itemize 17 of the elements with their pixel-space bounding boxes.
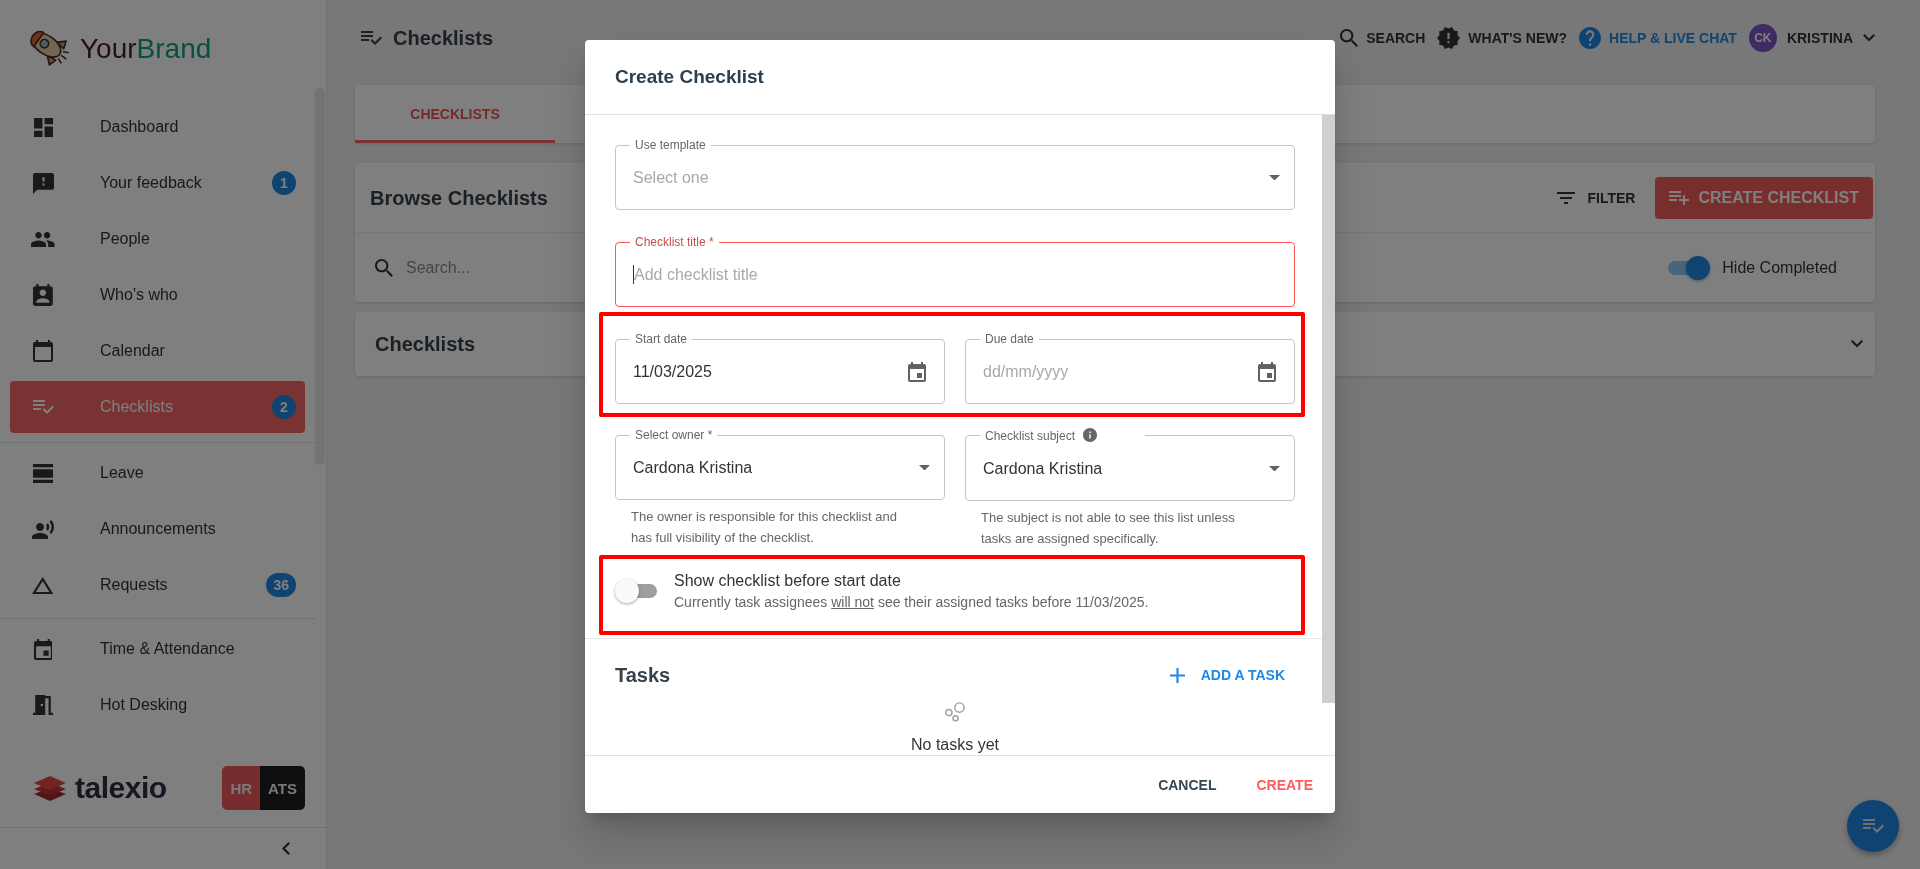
product-name: talexio [75, 771, 167, 805]
brand-logo-text: YourBrand [80, 31, 212, 66]
count-badge: 1 [272, 171, 296, 195]
empty-state-text: No tasks yet [911, 737, 999, 753]
option-title: Show checklist before start date [674, 571, 902, 591]
count-badge: 36 [266, 573, 296, 597]
dialog-title: Create Checklist [615, 66, 764, 88]
toggle-label: Hide Completed [1722, 258, 1837, 277]
section-title: Tasks [615, 663, 671, 687]
section-title: Browse Checklists [370, 185, 548, 210]
count-badge: 2 [272, 395, 296, 419]
option-description: Currently task assignees will not see their assigned tasks before 11/03/2025. [674, 593, 1149, 612]
helper-text: The subject is not able to see this list unless tasks are assigned specifically. [980, 509, 1236, 548]
user-avatar: CK [1748, 24, 1777, 52]
panel-title: Checklists [375, 332, 476, 356]
page-title: Checklists [393, 26, 494, 50]
helper-text: The owner is responsible for this checklist and has full visibility of the checklist. [630, 508, 898, 547]
